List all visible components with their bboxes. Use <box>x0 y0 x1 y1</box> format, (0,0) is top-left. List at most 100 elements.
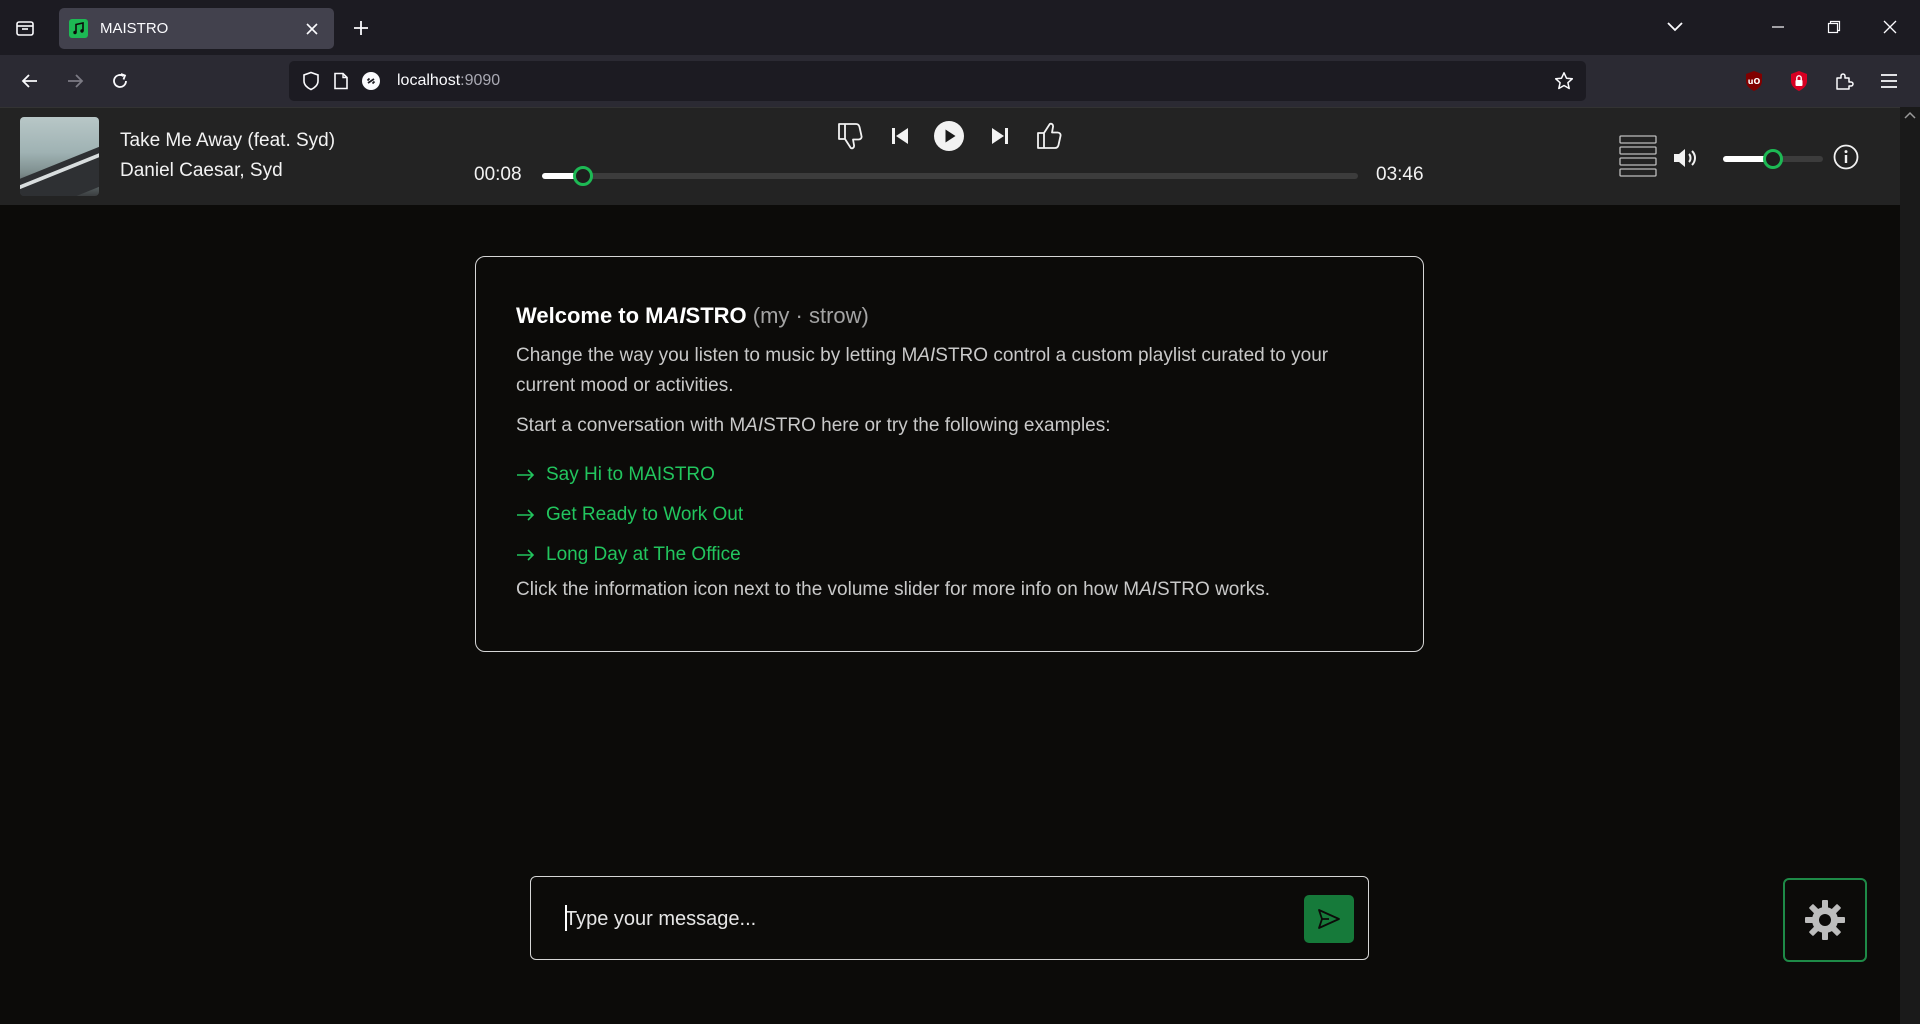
previous-icon <box>892 128 908 144</box>
like-button[interactable] <box>1031 118 1067 154</box>
example-label: Say Hi to MAISTRO <box>546 464 715 485</box>
elapsed-time: 00:08 <box>474 164 522 185</box>
info-hint-pre: Click the information icon next to the v… <box>516 579 1140 600</box>
play-button[interactable] <box>931 118 967 154</box>
info-hint: Click the information icon next to the v… <box>516 575 1383 605</box>
example-long-day[interactable]: Long Day at The Office <box>516 535 1383 575</box>
ublock-icon: uO <box>1746 71 1762 91</box>
lock-extension-icon <box>1791 71 1807 91</box>
lock-extension-button[interactable] <box>1783 65 1815 97</box>
minimize-icon <box>1772 26 1784 28</box>
track-artist: Daniel Caesar, Syd <box>120 160 283 181</box>
restore-button[interactable] <box>1816 12 1852 42</box>
back-button[interactable] <box>13 65 47 97</box>
music-note-icon <box>69 19 88 38</box>
seek-bar[interactable] <box>542 166 1358 186</box>
info-hint-post: STRO works. <box>1157 579 1270 600</box>
examples-intro-ai: AI <box>745 415 764 436</box>
example-label: Long Day at The Office <box>546 544 741 565</box>
volume-icon <box>1674 149 1696 167</box>
welcome-title-post: STRO <box>685 303 747 328</box>
volume-button[interactable] <box>1668 140 1704 176</box>
album-cover <box>20 117 99 196</box>
tab-title: MAISTRO <box>100 20 169 37</box>
welcome-title-pre: Welcome to M <box>516 303 664 328</box>
welcome-card: Welcome to MAISTRO (my · strow) Change t… <box>475 256 1424 652</box>
volume-handle[interactable] <box>1763 149 1783 169</box>
dislike-button[interactable] <box>832 118 868 154</box>
scrollbar[interactable] <box>1900 107 1920 1024</box>
connection-icon[interactable] <box>357 67 385 95</box>
example-label: Get Ready to Work Out <box>546 504 744 525</box>
minimize-button[interactable] <box>1760 12 1796 42</box>
browser-tab[interactable]: MAISTRO <box>59 8 334 49</box>
next-icon <box>992 128 1008 144</box>
bookmark-star-button[interactable] <box>1550 67 1578 95</box>
url-bar[interactable]: localhost:9090 <box>289 61 1586 101</box>
tab-list-icon <box>16 21 34 36</box>
intro-pre: Change the way you listen to music by le… <box>516 345 918 366</box>
arrow-right-icon <box>517 549 535 561</box>
example-list: Say Hi to MAISTRO Get Ready to Work Out … <box>516 455 1383 575</box>
reload-icon <box>113 73 127 88</box>
info-hint-ai: AI <box>1139 579 1158 600</box>
close-icon <box>1883 20 1897 34</box>
intro-paragraph: Change the way you listen to music by le… <box>516 341 1383 401</box>
list-all-tabs-button[interactable] <box>1657 12 1693 42</box>
svg-text:uO: uO <box>1748 77 1761 86</box>
info-button[interactable] <box>1830 141 1862 173</box>
plus-icon <box>354 21 368 35</box>
track-duration: 03:46 <box>1376 164 1424 185</box>
url-host: localhost <box>397 72 461 89</box>
window-close-button[interactable] <box>1872 12 1908 42</box>
close-icon <box>306 22 318 35</box>
example-say-hi[interactable]: Say Hi to MAISTRO <box>516 455 1383 495</box>
puzzle-icon <box>1836 73 1854 90</box>
next-track-button[interactable] <box>982 118 1018 154</box>
thumbs-down-icon <box>838 123 863 150</box>
send-icon <box>1318 909 1340 929</box>
tab-list-button[interactable] <box>8 12 42 44</box>
forward-icon <box>68 74 84 88</box>
seek-handle[interactable] <box>572 166 593 186</box>
restore-icon <box>1827 20 1841 34</box>
welcome-title-ai: AI <box>663 303 686 328</box>
page-icon[interactable] <box>327 67 355 95</box>
queue-button[interactable] <box>1618 132 1658 180</box>
chevron-down-icon <box>1667 22 1683 32</box>
reload-button[interactable] <box>103 65 137 97</box>
browser-tab-bar: MAISTRO <box>0 0 1920 55</box>
app-menu-button[interactable] <box>1873 65 1905 97</box>
forward-button[interactable] <box>58 65 92 97</box>
settings-button[interactable] <box>1783 878 1867 962</box>
arrow-right-icon <box>517 469 535 481</box>
gear-icon <box>1805 900 1845 940</box>
examples-intro: Start a conversation with MAISTRO here o… <box>516 411 1383 441</box>
url-text: localhost:9090 <box>397 72 500 90</box>
previous-track-button[interactable] <box>882 118 918 154</box>
pronunciation: (my · strow) <box>752 303 869 328</box>
examples-intro-post: STRO here or try the following examples: <box>763 415 1111 436</box>
star-icon <box>1554 72 1574 90</box>
example-work-out[interactable]: Get Ready to Work Out <box>516 495 1383 535</box>
message-composer <box>530 876 1369 960</box>
menu-icon <box>1881 74 1897 88</box>
ublock-extension-button[interactable]: uO <box>1738 65 1770 97</box>
back-icon <box>21 74 37 88</box>
arrow-right-icon <box>517 509 535 521</box>
thumbs-up-icon <box>1037 122 1062 149</box>
volume-slider[interactable] <box>1723 149 1823 169</box>
info-icon <box>1833 144 1859 170</box>
intro-ai: AI <box>917 345 936 366</box>
tab-close-button[interactable] <box>300 17 324 41</box>
send-button[interactable] <box>1304 895 1354 943</box>
welcome-title: Welcome to MAISTRO (my · strow) <box>516 303 1383 329</box>
play-icon <box>934 121 964 151</box>
url-port: :9090 <box>460 72 501 89</box>
scroll-up-icon[interactable] <box>1904 111 1916 119</box>
extensions-button[interactable] <box>1828 65 1860 97</box>
message-input[interactable] <box>565 897 1285 941</box>
examples-intro-pre: Start a conversation with M <box>516 415 746 436</box>
shield-icon[interactable] <box>297 67 325 95</box>
new-tab-button[interactable] <box>345 12 377 44</box>
